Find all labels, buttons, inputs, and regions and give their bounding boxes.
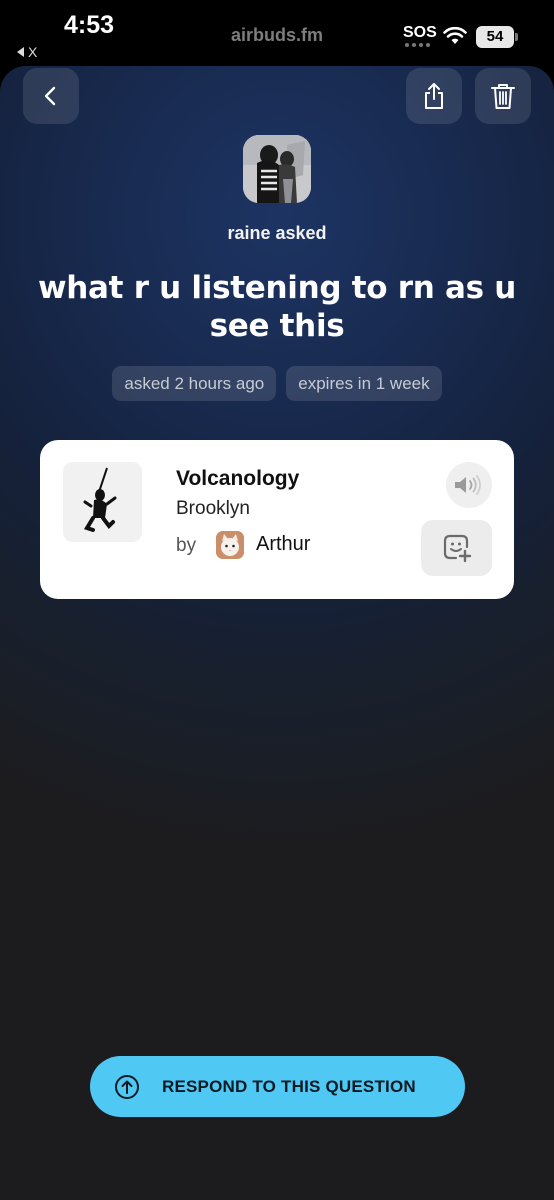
back-to-app-link[interactable]: X [17, 44, 37, 60]
back-app-label: X [28, 44, 38, 60]
shared-by-avatar[interactable] [216, 531, 244, 559]
question-meta: asked 2 hours ago expires in 1 week [0, 366, 554, 401]
add-sticker-icon [443, 534, 471, 563]
question-text: what r u listening to rn as u see this [37, 270, 517, 344]
wifi-icon [443, 26, 467, 44]
shared-by-name[interactable]: Arthur [256, 533, 310, 556]
back-button[interactable] [23, 68, 79, 124]
artist-name[interactable]: Brooklyn [176, 498, 250, 520]
by-label: by [176, 535, 197, 556]
album-art-image [63, 462, 142, 542]
status-bar: 4:53 X airbuds.fm SOS 54 [0, 0, 554, 66]
song-title[interactable]: Volcanology [176, 467, 299, 491]
respond-button[interactable]: RESPOND TO THIS QUESTION [90, 1056, 465, 1117]
chevron-left-icon [44, 86, 56, 106]
share-icon [425, 83, 443, 109]
signal-dots-icon [405, 43, 430, 47]
question-sheet: raine asked what r u listening to rn as … [0, 66, 554, 1200]
speaker-icon [455, 475, 481, 495]
respond-button-label: RESPOND TO THIS QUESTION [162, 1076, 416, 1096]
battery-indicator: 54 [476, 26, 518, 48]
back-triangle-icon [17, 47, 24, 57]
album-art[interactable] [63, 462, 142, 542]
asker-avatar-image [243, 135, 311, 203]
arrow-up-circle-icon [115, 1074, 139, 1099]
sos-indicator: SOS [403, 24, 437, 41]
share-button[interactable] [406, 68, 462, 124]
asker-label: raine asked [227, 223, 327, 243]
trash-icon [491, 84, 515, 109]
asker-avatar[interactable] [243, 135, 311, 203]
delete-button[interactable] [475, 68, 531, 124]
asked-time-chip: asked 2 hours ago [112, 366, 277, 401]
url-label: airbuds.fm [230, 25, 323, 45]
cat-avatar-image [216, 531, 244, 559]
play-preview-button[interactable] [446, 462, 492, 508]
expires-chip: expires in 1 week [286, 366, 442, 401]
add-sticker-button[interactable] [421, 520, 492, 576]
track-card[interactable]: Volcanology Brooklyn by Arthur [40, 440, 514, 599]
